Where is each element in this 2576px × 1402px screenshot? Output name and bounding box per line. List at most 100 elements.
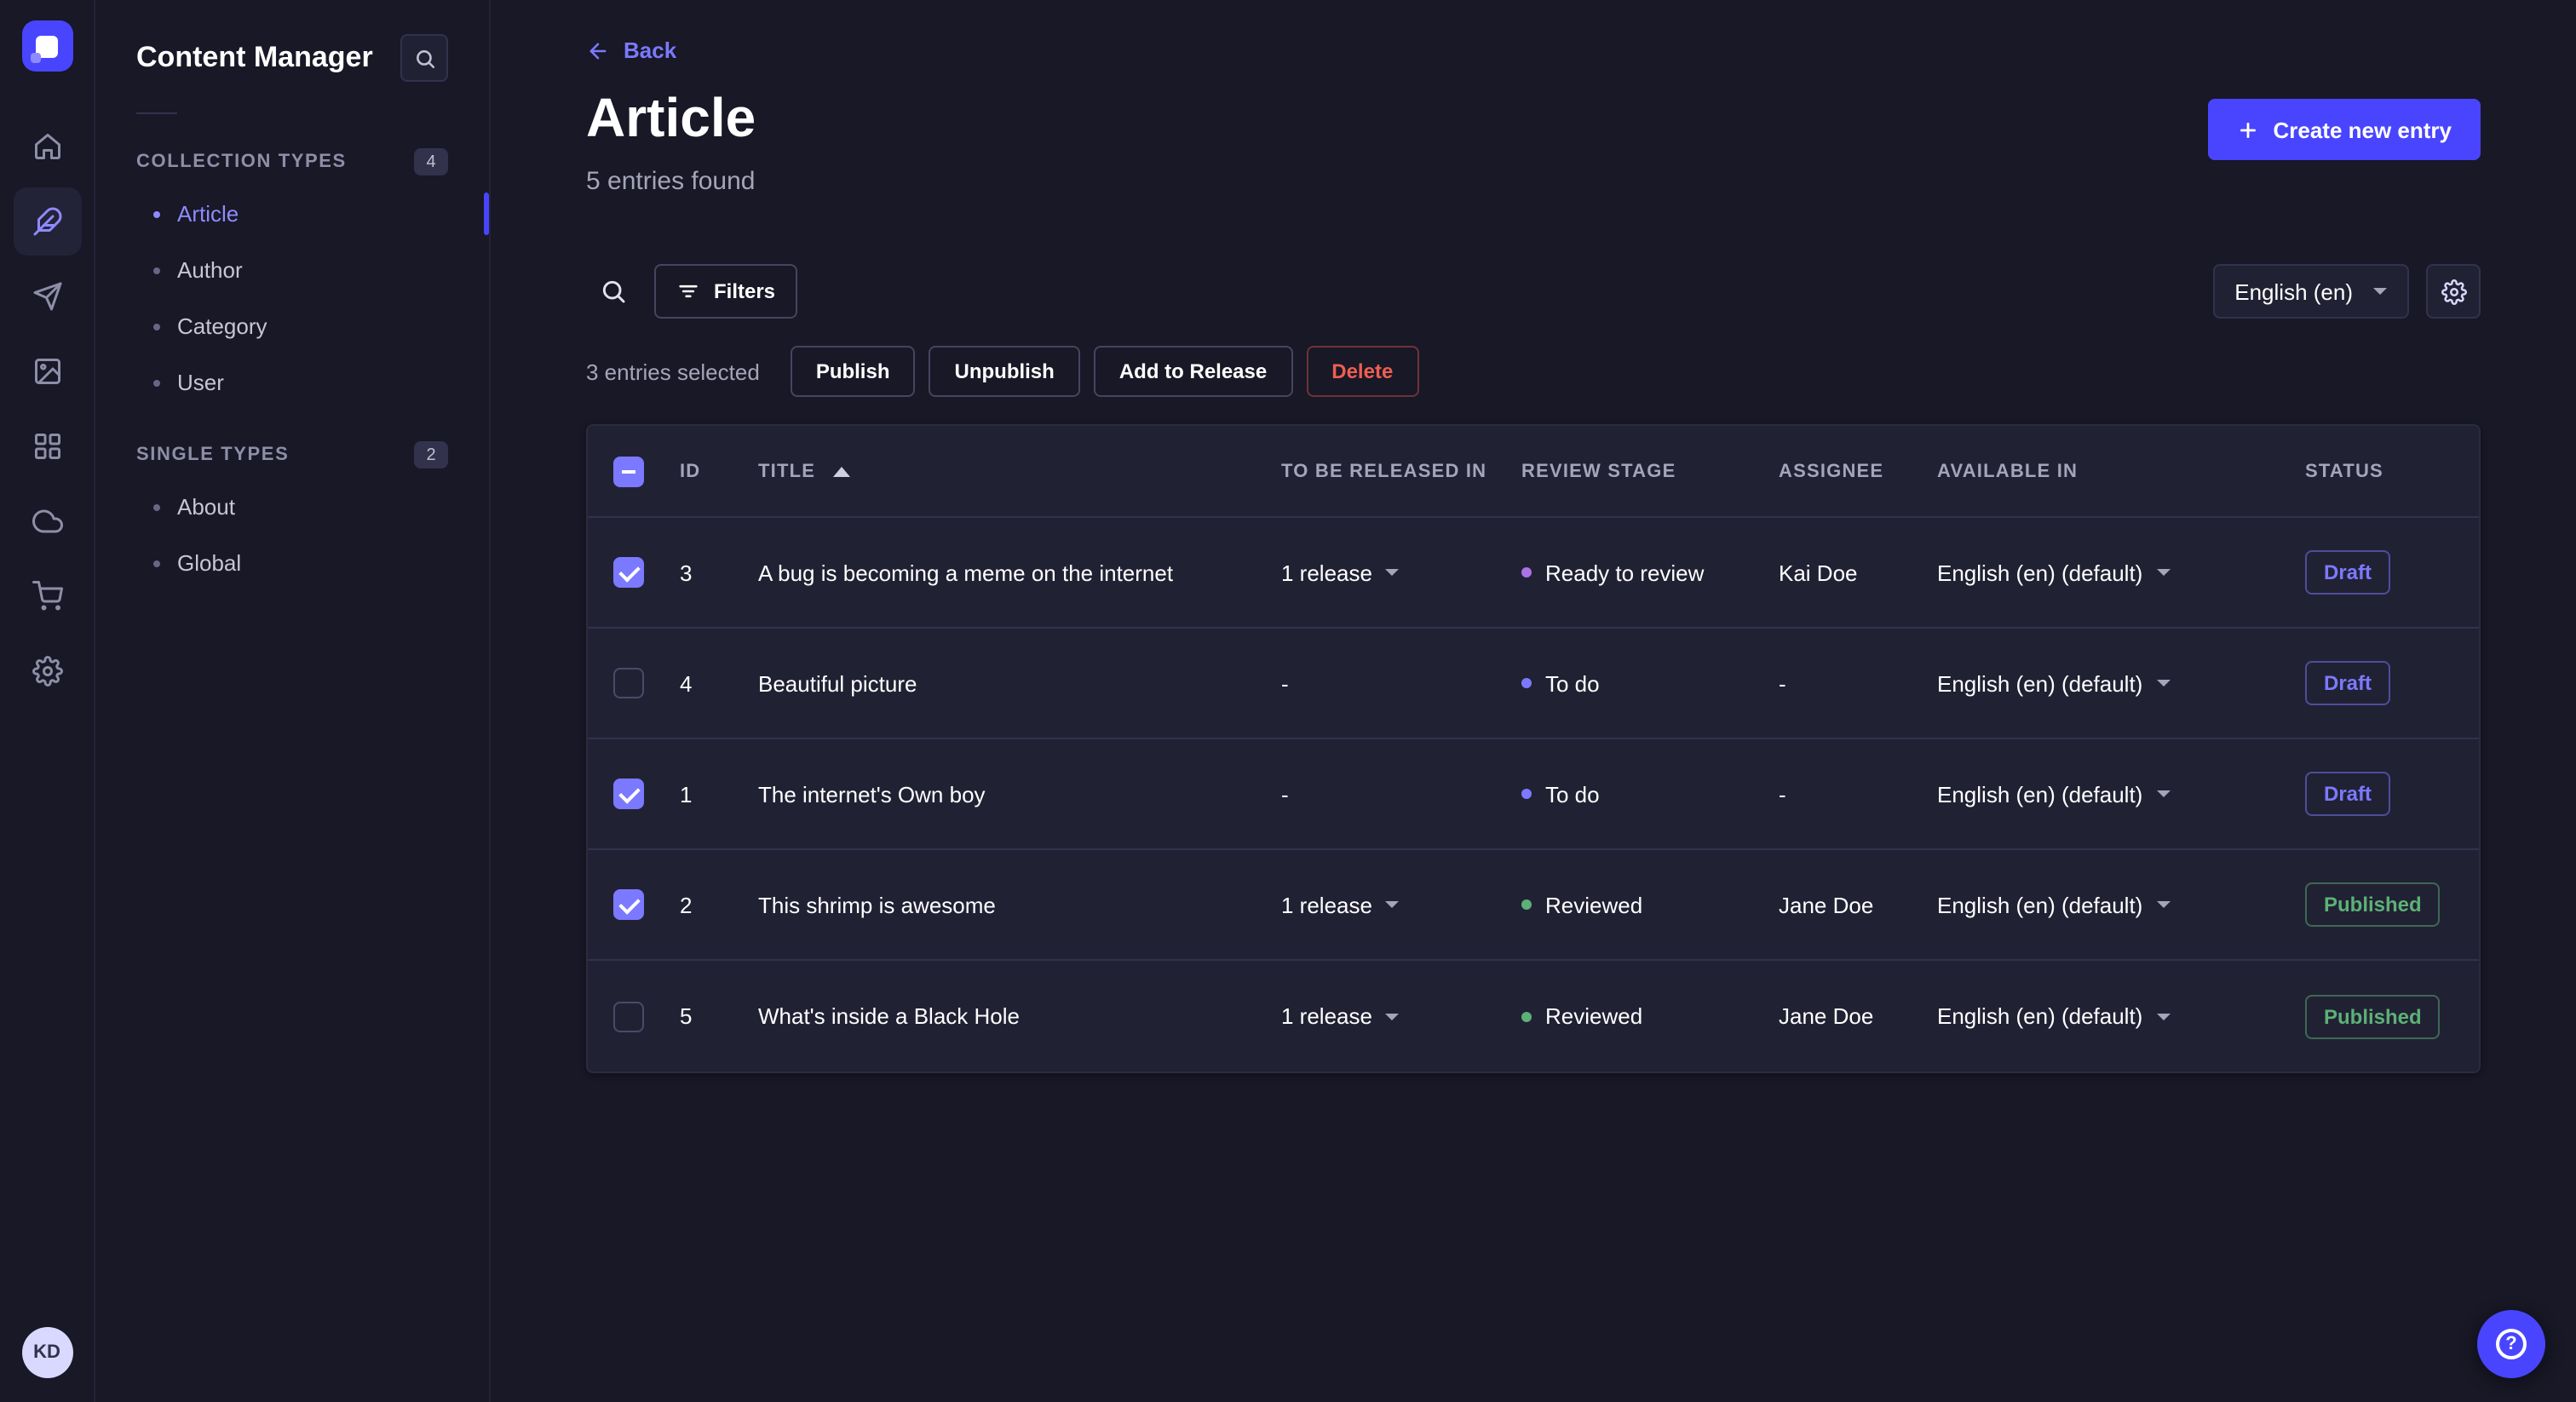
app-window: KD Content Manager COLLECTION TYPES 4 Ar… — [0, 0, 2576, 1402]
create-new-entry-button[interactable]: Create new entry — [2208, 99, 2481, 160]
media-library-icon[interactable] — [13, 337, 81, 405]
delete-button[interactable]: Delete — [1306, 346, 1419, 397]
table-header-row: ID TITLE TO BE RELEASED IN REVIEW STAGE … — [588, 426, 2479, 518]
cell-release[interactable]: 1 release — [1271, 1003, 1511, 1029]
cell-review-stage: Reviewed — [1511, 1003, 1768, 1029]
publish-button[interactable]: Publish — [790, 346, 916, 397]
release-caret-icon — [1385, 901, 1400, 908]
status-badge[interactable]: Published — [2305, 994, 2441, 1038]
release-caret-icon — [1385, 1013, 1400, 1020]
filter-icon — [679, 284, 698, 298]
sidebar-item-author[interactable]: Author — [95, 242, 489, 298]
sidebar-title: Content Manager — [136, 41, 373, 73]
back-link[interactable]: Back — [586, 37, 676, 63]
row-checkbox[interactable] — [613, 1001, 644, 1031]
cell-release[interactable]: 1 release — [1271, 892, 1511, 917]
sidebar-item-global[interactable]: Global — [95, 535, 489, 591]
sidebar-item-article[interactable]: Article — [95, 186, 489, 242]
section-items: Article Author Category User — [95, 186, 489, 411]
settings-gear-icon[interactable] — [13, 637, 81, 705]
locale-select[interactable]: English (en) — [2212, 264, 2409, 319]
search-button[interactable] — [586, 264, 641, 319]
status-badge[interactable]: Draft — [2305, 550, 2391, 595]
section-items: About Global — [95, 479, 489, 591]
column-header-id[interactable]: ID — [670, 461, 748, 481]
cell-available-in[interactable]: English (en) (default) — [1927, 781, 2295, 807]
column-header-status[interactable]: STATUS — [2295, 461, 2479, 481]
cell-available-in[interactable]: English (en) (default) — [1927, 1003, 2295, 1029]
main-content: Back Article 5 entries found Create new … — [491, 0, 2576, 1402]
cell-id: 1 — [680, 781, 693, 807]
sidebar-search-button[interactable] — [400, 34, 448, 82]
view-settings-button[interactable] — [2426, 264, 2481, 319]
locale-caret-icon — [2156, 680, 2171, 687]
sidebar-sections: COLLECTION TYPES 4 Article Author Catego… — [95, 135, 489, 608]
content-manager-icon[interactable] — [13, 187, 81, 256]
status-badge[interactable]: Draft — [2305, 661, 2391, 705]
column-header-available-in[interactable]: AVAILABLE IN — [1927, 461, 2295, 481]
locale-value: English (en) (default) — [1937, 670, 2143, 696]
cell-assignee: - — [1779, 670, 1786, 696]
strapi-logo[interactable] — [21, 20, 72, 72]
table-row[interactable]: 3 A bug is becoming a meme on the intern… — [588, 518, 2479, 629]
bullet-icon — [153, 379, 160, 386]
filters-button[interactable]: Filters — [654, 264, 798, 319]
cell-available-in[interactable]: English (en) (default) — [1927, 560, 2295, 585]
cell-review-stage: Ready to review — [1511, 560, 1768, 585]
unpublish-button[interactable]: Unpublish — [929, 346, 1080, 397]
row-checkbox[interactable] — [613, 779, 644, 809]
deploy-cloud-icon[interactable] — [13, 487, 81, 555]
back-arrow-icon — [589, 42, 607, 59]
chevron-down-icon — [2373, 288, 2387, 295]
cell-available-in[interactable]: English (en) (default) — [1927, 892, 2295, 917]
sidebar-item-user[interactable]: User — [95, 354, 489, 411]
table-row[interactable]: 1 The internet's Own boy - To do - Engli… — [588, 739, 2479, 850]
sidebar-section: COLLECTION TYPES 4 Article Author Catego… — [95, 135, 489, 411]
review-stage-dot — [1521, 899, 1532, 910]
review-stage-label: To do — [1545, 781, 1600, 807]
release-value: 1 release — [1281, 560, 1372, 585]
sidebar-item-about[interactable]: About — [95, 479, 489, 535]
column-header-assignee[interactable]: ASSIGNEE — [1768, 461, 1927, 481]
locale-value: English (en) (default) — [1937, 560, 2143, 585]
status-badge[interactable]: Draft — [2305, 772, 2391, 816]
user-avatar[interactable]: KD — [21, 1327, 72, 1378]
home-icon[interactable] — [13, 112, 81, 181]
cell-id: 5 — [680, 1003, 693, 1029]
row-checkbox[interactable] — [613, 668, 644, 698]
release-caret-icon — [1385, 569, 1400, 576]
review-stage-label: Reviewed — [1545, 1003, 1643, 1029]
cell-title: The internet's Own boy — [758, 781, 986, 807]
locale-caret-icon — [2156, 569, 2171, 576]
table-row[interactable]: 5 What's inside a Black Hole 1 release R… — [588, 961, 2479, 1072]
bullet-icon — [153, 560, 160, 566]
cell-available-in[interactable]: English (en) (default) — [1927, 670, 2295, 696]
cell-id: 4 — [680, 670, 693, 696]
table-row[interactable]: 4 Beautiful picture - To do - English (e… — [588, 629, 2479, 739]
column-header-release[interactable]: TO BE RELEASED IN — [1271, 461, 1511, 481]
row-checkbox[interactable] — [613, 557, 644, 588]
release-value: 1 release — [1281, 1003, 1372, 1029]
cell-release[interactable]: - — [1271, 670, 1511, 696]
add-to-release-button[interactable]: Add to Release — [1093, 346, 1293, 397]
sidebar-item-label: Article — [177, 201, 239, 227]
content-manager-sidebar: Content Manager COLLECTION TYPES 4 Artic… — [95, 0, 491, 1402]
content-type-builder-icon[interactable] — [13, 412, 81, 480]
sidebar-item-category[interactable]: Category — [95, 298, 489, 354]
cell-release[interactable]: - — [1271, 781, 1511, 807]
column-header-title[interactable]: TITLE — [748, 461, 1271, 481]
releases-icon[interactable] — [13, 262, 81, 330]
select-all-checkbox[interactable] — [613, 456, 644, 486]
marketplace-cart-icon[interactable] — [13, 562, 81, 630]
column-header-review-stage[interactable]: REVIEW STAGE — [1511, 461, 1768, 481]
table-row[interactable]: 2 This shrimp is awesome 1 release Revie… — [588, 850, 2479, 961]
review-stage-dot — [1521, 789, 1532, 799]
cell-assignee: Jane Doe — [1779, 1003, 1874, 1029]
cell-title: A bug is becoming a meme on the internet — [758, 560, 1174, 585]
search-icon — [602, 280, 625, 303]
status-badge[interactable]: Published — [2305, 882, 2441, 927]
help-button[interactable]: ? — [2477, 1310, 2545, 1378]
sidebar-item-label: Category — [177, 313, 267, 339]
cell-release[interactable]: 1 release — [1271, 560, 1511, 585]
row-checkbox[interactable] — [613, 889, 644, 920]
